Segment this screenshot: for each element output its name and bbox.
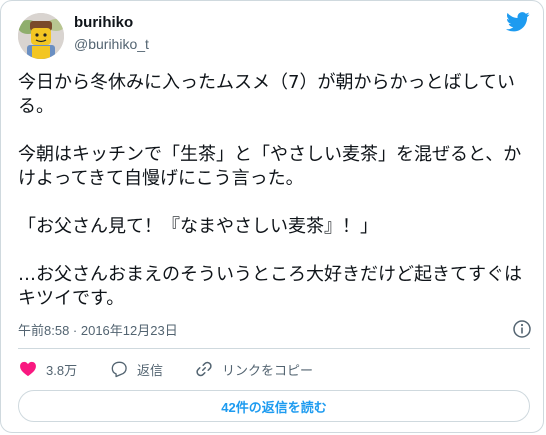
tweet-timestamp[interactable]: 午前8:58 · 2016年12月23日 — [18, 320, 178, 339]
avatar[interactable] — [18, 13, 64, 59]
link-icon — [196, 361, 212, 377]
reply-button[interactable]: 返信 — [109, 357, 163, 381]
like-count: 3.8万 — [46, 362, 78, 378]
twitter-bird-icon[interactable] — [506, 12, 530, 32]
author-handle[interactable]: @burihiko_t — [74, 36, 149, 52]
reply-icon — [111, 361, 127, 378]
like-button[interactable]: 3.8万 — [18, 357, 77, 381]
heart-icon — [20, 361, 36, 377]
lego-minifigure-avatar-icon — [18, 13, 64, 59]
reply-label: 返信 — [137, 362, 164, 378]
tweet-paragraph: 「お父さん見て！『なまやさしい麦茶』！」 — [18, 216, 378, 237]
copy-link-button[interactable]: リンクをコピー — [194, 357, 313, 381]
tweet-paragraph: 今日から冬休みに入ったムスメ（7）が朝からかっとばしている。 — [18, 72, 515, 117]
divider — [18, 348, 530, 349]
tweet-card: burihiko @burihiko_t 今日から冬休みに入ったムスメ（7）が朝… — [0, 0, 544, 433]
tweet-text: 今日から冬休みに入ったムスメ（7）が朝からかっとばしている。 今朝はキッチンで「… — [18, 71, 530, 311]
tweet-paragraph: …お父さんおまえのそういうところ大好きだけど起きてすぐはキツイです。 — [18, 264, 522, 309]
copy-link-label: リンクをコピー — [222, 362, 314, 378]
info-icon[interactable] — [512, 319, 532, 339]
tweet-paragraph: 今朝はキッチンで「生茶」と「やさしい麦茶」を混ぜると、かけよってきて自慢げにこう… — [18, 144, 522, 189]
read-replies-button[interactable]: 42件の返信を読む — [18, 390, 530, 422]
author-display-name[interactable]: burihiko — [74, 14, 133, 31]
